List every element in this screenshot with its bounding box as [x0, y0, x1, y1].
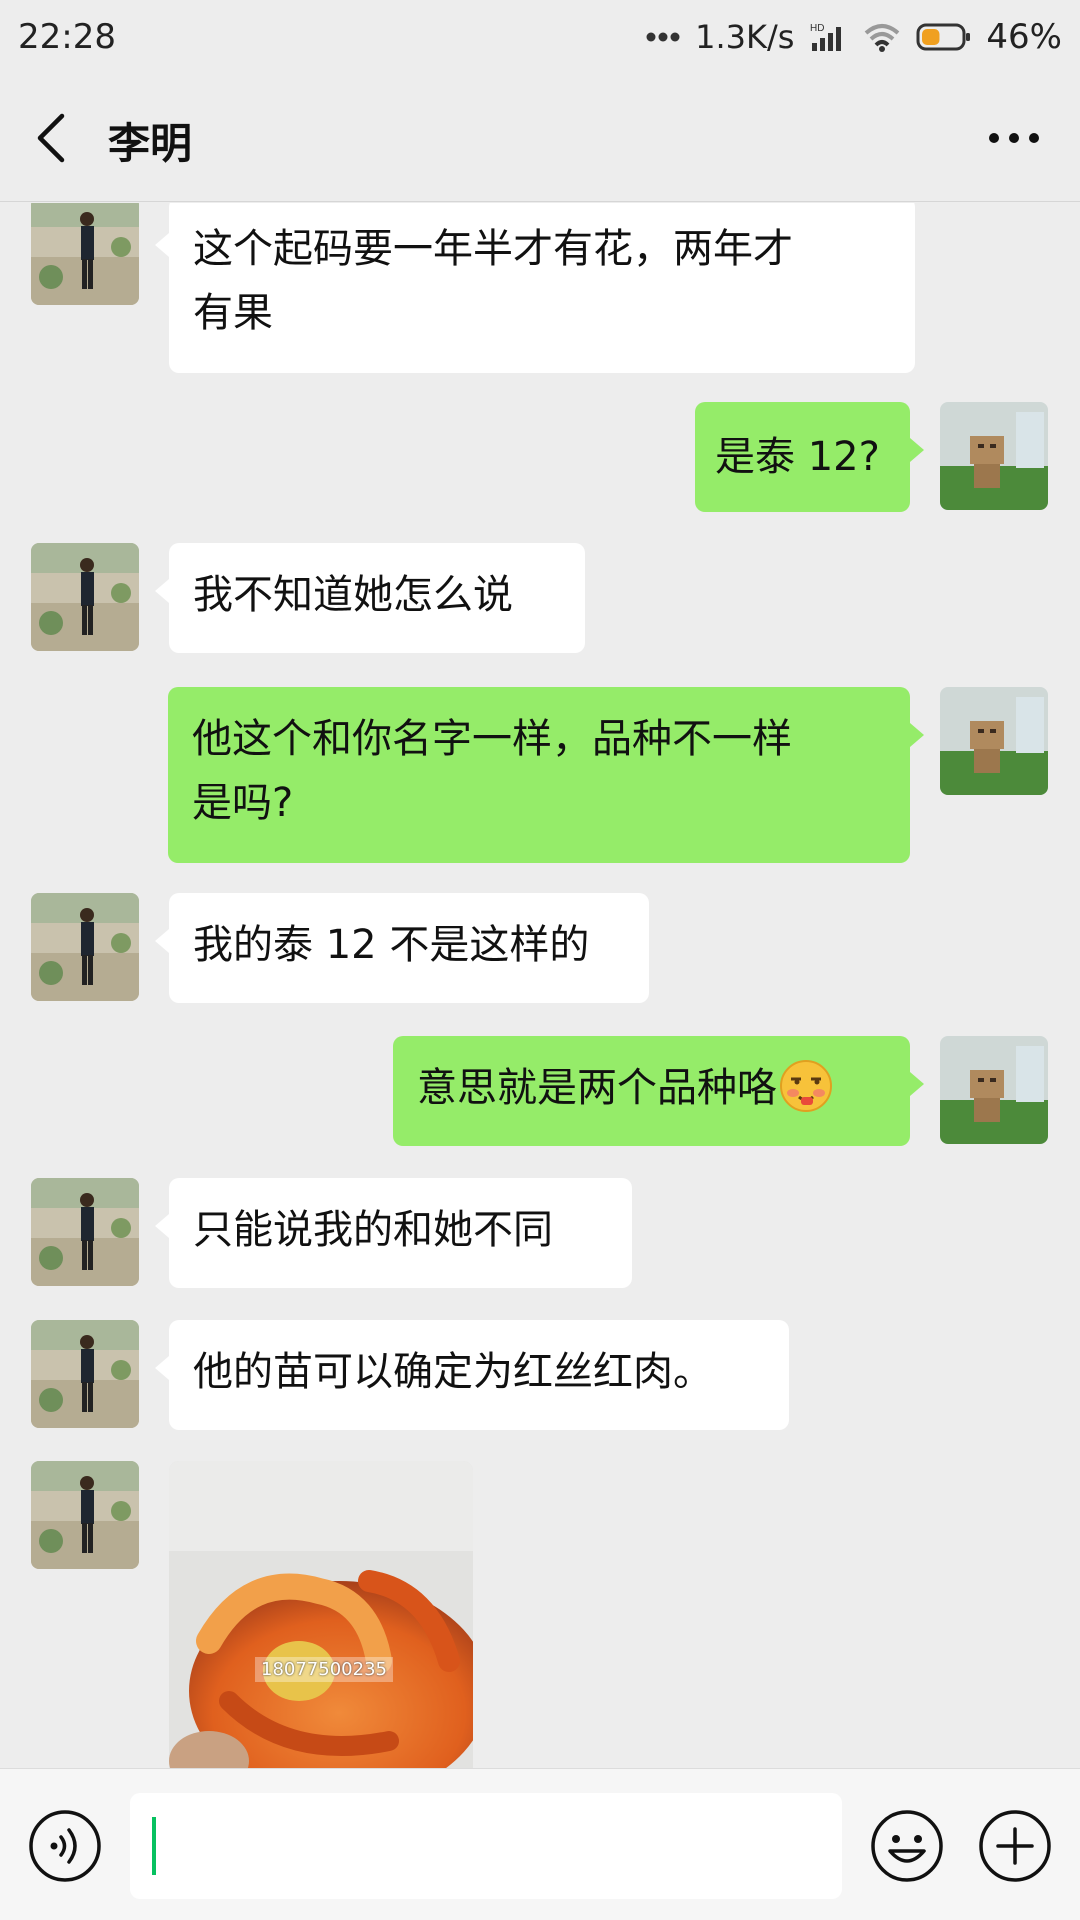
more-dots-icon[interactable] [988, 124, 1040, 152]
battery-icon [916, 23, 971, 51]
message-text: 是泰 12? [715, 434, 880, 480]
input-bar [0, 1768, 1080, 1920]
cell-signal-icon: HD [810, 23, 842, 51]
status-bar: 22:28 1.3K/s HD 46% [0, 0, 1080, 74]
message-bubble[interactable]: 他的苗可以确定为红丝红肉。 [155, 1320, 789, 1430]
my-avatar[interactable] [940, 1036, 1048, 1144]
message-bubble[interactable]: 这个起码要一年半才有花，两年才 有果 [155, 203, 915, 373]
status-time: 22:28 [18, 17, 116, 57]
contact-avatar[interactable] [31, 893, 139, 1001]
image-watermark: 18077500235 [255, 1657, 393, 1682]
chevron-left-icon[interactable] [32, 112, 72, 164]
contact-avatar[interactable] [31, 1320, 139, 1428]
message-text: 只能说我的和她不同 [193, 1207, 553, 1253]
emoji-icon[interactable] [870, 1809, 944, 1883]
message-bubble[interactable]: 意思就是两个品种咯 [393, 1036, 924, 1146]
network-label: HD [810, 23, 824, 34]
message-list[interactable]: 这个起码要一年半才有花，两年才 有果 是泰 12? 我不知道她怎么说 他这个和你… [0, 203, 1080, 1768]
message-text: 意思就是两个品种咯 [417, 1065, 777, 1111]
chat-title: 李明 [108, 119, 193, 168]
my-avatar[interactable] [940, 402, 1048, 510]
message-input[interactable] [130, 1793, 842, 1899]
contact-avatar[interactable] [31, 1178, 139, 1286]
wifi-icon [865, 24, 900, 52]
contact-avatar[interactable] [31, 543, 139, 651]
status-icons: 1.3K/s HD 46% [645, 17, 1062, 57]
message-text: 我的泰 12 不是这样的 [193, 922, 590, 968]
text-cursor [152, 1817, 156, 1875]
contact-avatar[interactable] [31, 1461, 139, 1569]
voice-icon[interactable] [28, 1809, 102, 1883]
message-bubble[interactable]: 我的泰 12 不是这样的 [155, 893, 649, 1003]
message-text: 我不知道她怎么说 [193, 572, 513, 618]
my-avatar[interactable] [940, 687, 1048, 795]
message-bubble[interactable]: 他这个和你名字一样，品种不一样 是吗? [168, 687, 924, 863]
message-text: 是吗? [192, 780, 294, 826]
battery-percent: 46% [986, 17, 1062, 57]
chat-header: 李明 [0, 74, 1080, 202]
message-bubble[interactable]: 我不知道她怎么说 [155, 543, 585, 653]
message-text: 他这个和你名字一样，品种不一样 [192, 716, 792, 762]
contact-avatar[interactable] [31, 203, 139, 305]
plus-icon[interactable] [978, 1809, 1052, 1883]
message-bubble[interactable]: 是泰 12? [695, 402, 924, 512]
message-text: 他的苗可以确定为红丝红肉。 [193, 1349, 713, 1395]
message-text: 有果 [193, 290, 273, 336]
notification-dots-icon [646, 32, 680, 42]
message-text: 这个起码要一年半才有花，两年才 [193, 226, 793, 272]
image-message[interactable]: 18077500235 [169, 1461, 473, 1768]
net-speed: 1.3K/s [695, 18, 795, 56]
smirk-face-emoji [780, 1060, 832, 1112]
message-bubble[interactable]: 只能说我的和她不同 [155, 1178, 632, 1288]
